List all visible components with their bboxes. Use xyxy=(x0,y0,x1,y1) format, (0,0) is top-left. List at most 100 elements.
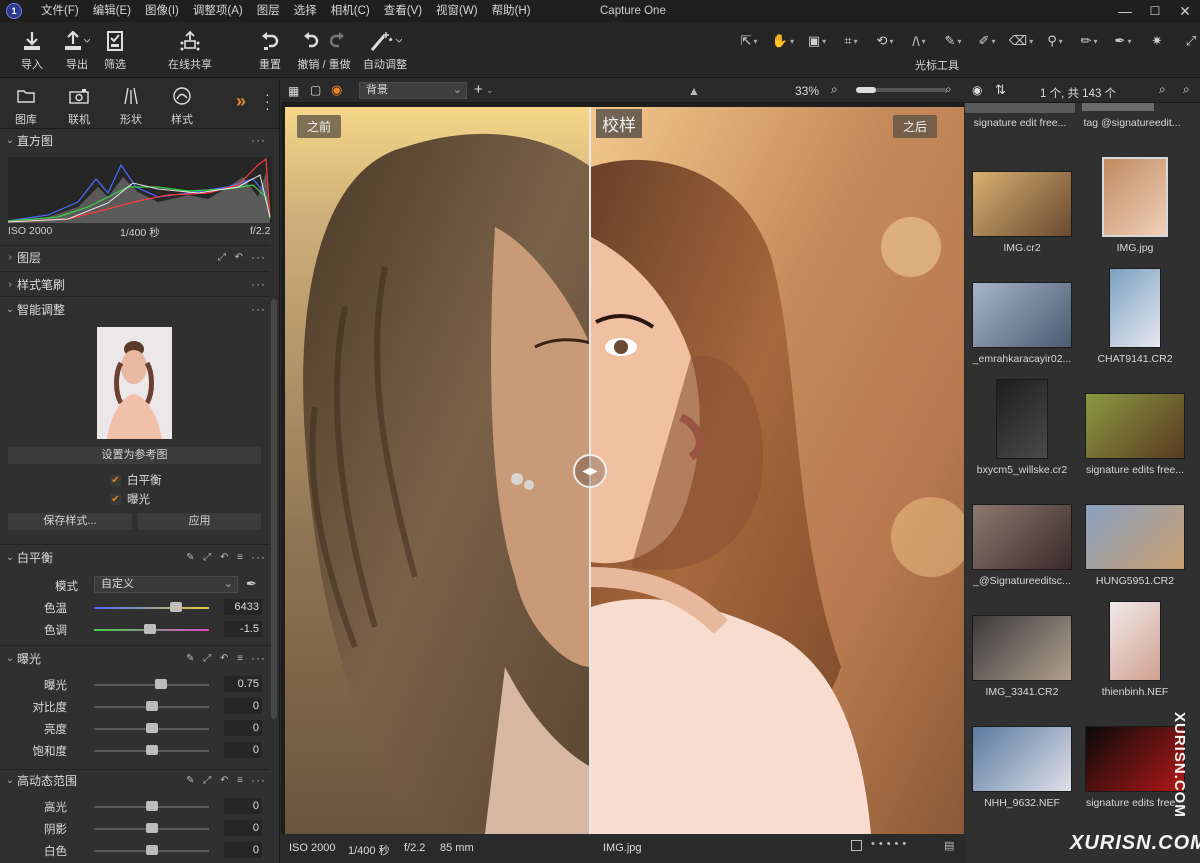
style-brush-header[interactable]: › 样式笔刷 ··· xyxy=(0,274,270,294)
tint-slider[interactable]: 色调 -1.5 xyxy=(0,619,270,639)
menu-view[interactable]: 查看(V) xyxy=(377,0,429,22)
slider-knob[interactable] xyxy=(145,801,158,811)
zoom-slider[interactable] xyxy=(856,87,946,93)
eyedropper-icon[interactable]: ✒ xyxy=(246,576,257,592)
loupe-tool[interactable]: ▣ ▾ xyxy=(800,30,834,52)
slider-row[interactable]: 阴影 0 xyxy=(0,818,270,838)
kelvin-slider[interactable]: 色温 6433 xyxy=(0,597,270,617)
image-viewer[interactable]: ◀▶ 之前 之后 校样 xyxy=(281,103,964,834)
wb-mode-select[interactable]: 自定义 ⌄ xyxy=(94,576,238,593)
pan-tool[interactable]: ✋ ▾ xyxy=(766,30,800,52)
export-button[interactable]: 导出 xyxy=(60,28,94,72)
layers-header[interactable]: › 图层 ⤢ ↶ ··· xyxy=(0,247,270,267)
menu-image[interactable]: 图像(I) xyxy=(138,0,186,22)
exposure-header[interactable]: ⌄ 曝光 ✎ ⤢ ↶ ≡ ··· xyxy=(0,648,270,668)
tab-style[interactable]: 样式 xyxy=(160,85,204,127)
reference-image-thumbnail[interactable] xyxy=(97,327,172,439)
menu-help[interactable]: 帮助(H) xyxy=(485,0,538,22)
split-handle-icon[interactable]: ◀▶ xyxy=(573,454,607,488)
more-icon[interactable]: ··· xyxy=(251,302,266,316)
hdr-header[interactable]: ⌄ 高动态范围 ✎ ⤢ ↶ ≡ ··· xyxy=(0,770,270,790)
thumbnail-image[interactable] xyxy=(1085,726,1185,792)
sort-icon[interactable]: ⇅ xyxy=(995,82,1006,98)
thumbnail[interactable]: IMG.jpg xyxy=(1080,153,1190,258)
tint-value[interactable]: -1.5 xyxy=(224,621,262,637)
thumbnail-image[interactable] xyxy=(996,379,1048,459)
slider-row[interactable]: 亮度 0 xyxy=(0,718,270,738)
color-picker-tool[interactable]: ⚲ ▾ xyxy=(1038,30,1072,52)
tools-scrollbar[interactable] xyxy=(271,299,277,719)
histogram-header[interactable]: ⌄ 直方图 ··· xyxy=(0,130,270,150)
crop-tool[interactable]: ⌗ ▾ xyxy=(834,30,868,52)
thumbnail-image[interactable] xyxy=(1109,268,1161,348)
maximize-button[interactable]: ☐ xyxy=(1140,0,1170,22)
slider-knob[interactable] xyxy=(145,723,158,733)
rotate-tool[interactable]: ⟲ ▾ xyxy=(868,30,902,52)
rating-dots-icon[interactable]: ••••• xyxy=(871,838,910,850)
menu-edit[interactable]: 编辑(E) xyxy=(86,0,138,22)
minimize-button[interactable]: — xyxy=(1110,0,1140,22)
slider-value[interactable]: 0 xyxy=(224,698,262,714)
thumbnail[interactable]: CHAT9141.CR2 xyxy=(1080,264,1190,369)
slider-value[interactable]: 0 xyxy=(224,842,262,858)
menu-camera[interactable]: 相机(C) xyxy=(324,0,377,22)
search-icon[interactable]: ⌕ xyxy=(1183,82,1190,97)
more-icon[interactable]: ··· xyxy=(251,133,266,147)
tabs-menu-icon[interactable]: · · · xyxy=(265,87,270,115)
eye-icon[interactable]: ◉ xyxy=(972,83,982,97)
thumbnail[interactable]: bxycm5_willske.cr2 xyxy=(967,375,1077,480)
undo-redo-button[interactable]: 撤销 / 重做 xyxy=(296,28,352,72)
slider-value[interactable]: 0 xyxy=(224,720,262,736)
slider-value[interactable]: 0 xyxy=(224,742,262,758)
before-after-icon[interactable]: ◉ xyxy=(331,82,342,98)
more-tabs-chevron-icon[interactable]: » xyxy=(236,91,246,112)
tab-library[interactable]: 图库 xyxy=(4,85,48,127)
grid-view-icon[interactable]: ▦ xyxy=(288,84,299,98)
thumbnail[interactable]: NHH_9632.NEF xyxy=(967,708,1077,813)
zoom-out-icon[interactable]: ⌕ xyxy=(831,82,838,97)
close-button[interactable]: ✕ xyxy=(1170,0,1200,22)
more-icon[interactable]: ··· xyxy=(251,651,266,665)
menu-file[interactable]: 文件(F) xyxy=(34,0,86,22)
white-balance-header[interactable]: ⌄ 白平衡 ✎ ⤢ ↶ ≡ ··· xyxy=(0,547,270,567)
set-reference-button[interactable]: 设置为参考图 xyxy=(8,447,261,464)
tab-shape[interactable]: 形状 xyxy=(109,85,153,127)
thumbnail-image[interactable] xyxy=(972,282,1072,348)
slider-value[interactable]: 0 xyxy=(224,798,262,814)
tint-knob[interactable] xyxy=(144,624,156,634)
more-icon[interactable]: ··· xyxy=(251,277,266,291)
thumbnail[interactable]: IMG.cr2 xyxy=(967,153,1077,258)
share-online-button[interactable]: 在线共享 xyxy=(164,28,216,72)
eraser-tool[interactable]: ⌫ ▾ xyxy=(1004,30,1038,52)
slider-value[interactable]: 0.75 xyxy=(224,676,262,692)
zoom-thumbnail-icon[interactable]: ⌕ xyxy=(1159,82,1166,97)
more-icon[interactable]: ··· xyxy=(251,773,266,787)
thumbnail-image[interactable] xyxy=(1102,157,1168,237)
select-cursor-tool[interactable]: ⇱ ▾ xyxy=(732,30,766,52)
thumbnail-image[interactable] xyxy=(972,615,1072,681)
import-button[interactable]: 导入 xyxy=(18,28,46,72)
slider-track[interactable] xyxy=(94,684,209,686)
spot-removal-tool[interactable]: ✎ ▾ xyxy=(936,30,970,52)
thumbnail-image[interactable] xyxy=(1085,393,1185,459)
gradient-tool[interactable]: ✒ ▾ xyxy=(1106,30,1140,52)
thumbnail[interactable]: _emrahkaracayir02... xyxy=(967,264,1077,369)
slider-value[interactable]: 0 xyxy=(224,820,262,836)
save-style-button[interactable]: 保存样式... xyxy=(8,513,132,530)
slider-knob[interactable] xyxy=(145,845,158,855)
app-logo-icon[interactable]: 1 xyxy=(6,3,22,19)
reset-button[interactable]: 重置 xyxy=(257,28,283,72)
exposure-warning-icon[interactable]: ▲ xyxy=(688,84,700,98)
layer-select[interactable]: 背景 ⌄ xyxy=(359,82,467,99)
list-icon[interactable]: ▤ xyxy=(944,839,954,852)
slider-row[interactable]: 对比度 0 xyxy=(0,696,270,716)
thumbnail-image[interactable] xyxy=(1109,601,1161,681)
expand-toolbar-button[interactable]: ⤢ xyxy=(1174,30,1200,52)
zoom-slider-knob[interactable] xyxy=(856,87,876,93)
menu-adjustments[interactable]: 调整项(A) xyxy=(186,0,250,22)
smart-adjust-header[interactable]: ⌄ 智能调整 ··· xyxy=(0,299,270,319)
menu-select[interactable]: 选择 xyxy=(287,0,324,22)
brush-tool[interactable]: ✐ ▾ xyxy=(970,30,1004,52)
apply-button[interactable]: 应用 xyxy=(138,513,261,530)
hdr-tool-icons[interactable]: ✎ ⤢ ↶ ≡ xyxy=(186,775,246,786)
